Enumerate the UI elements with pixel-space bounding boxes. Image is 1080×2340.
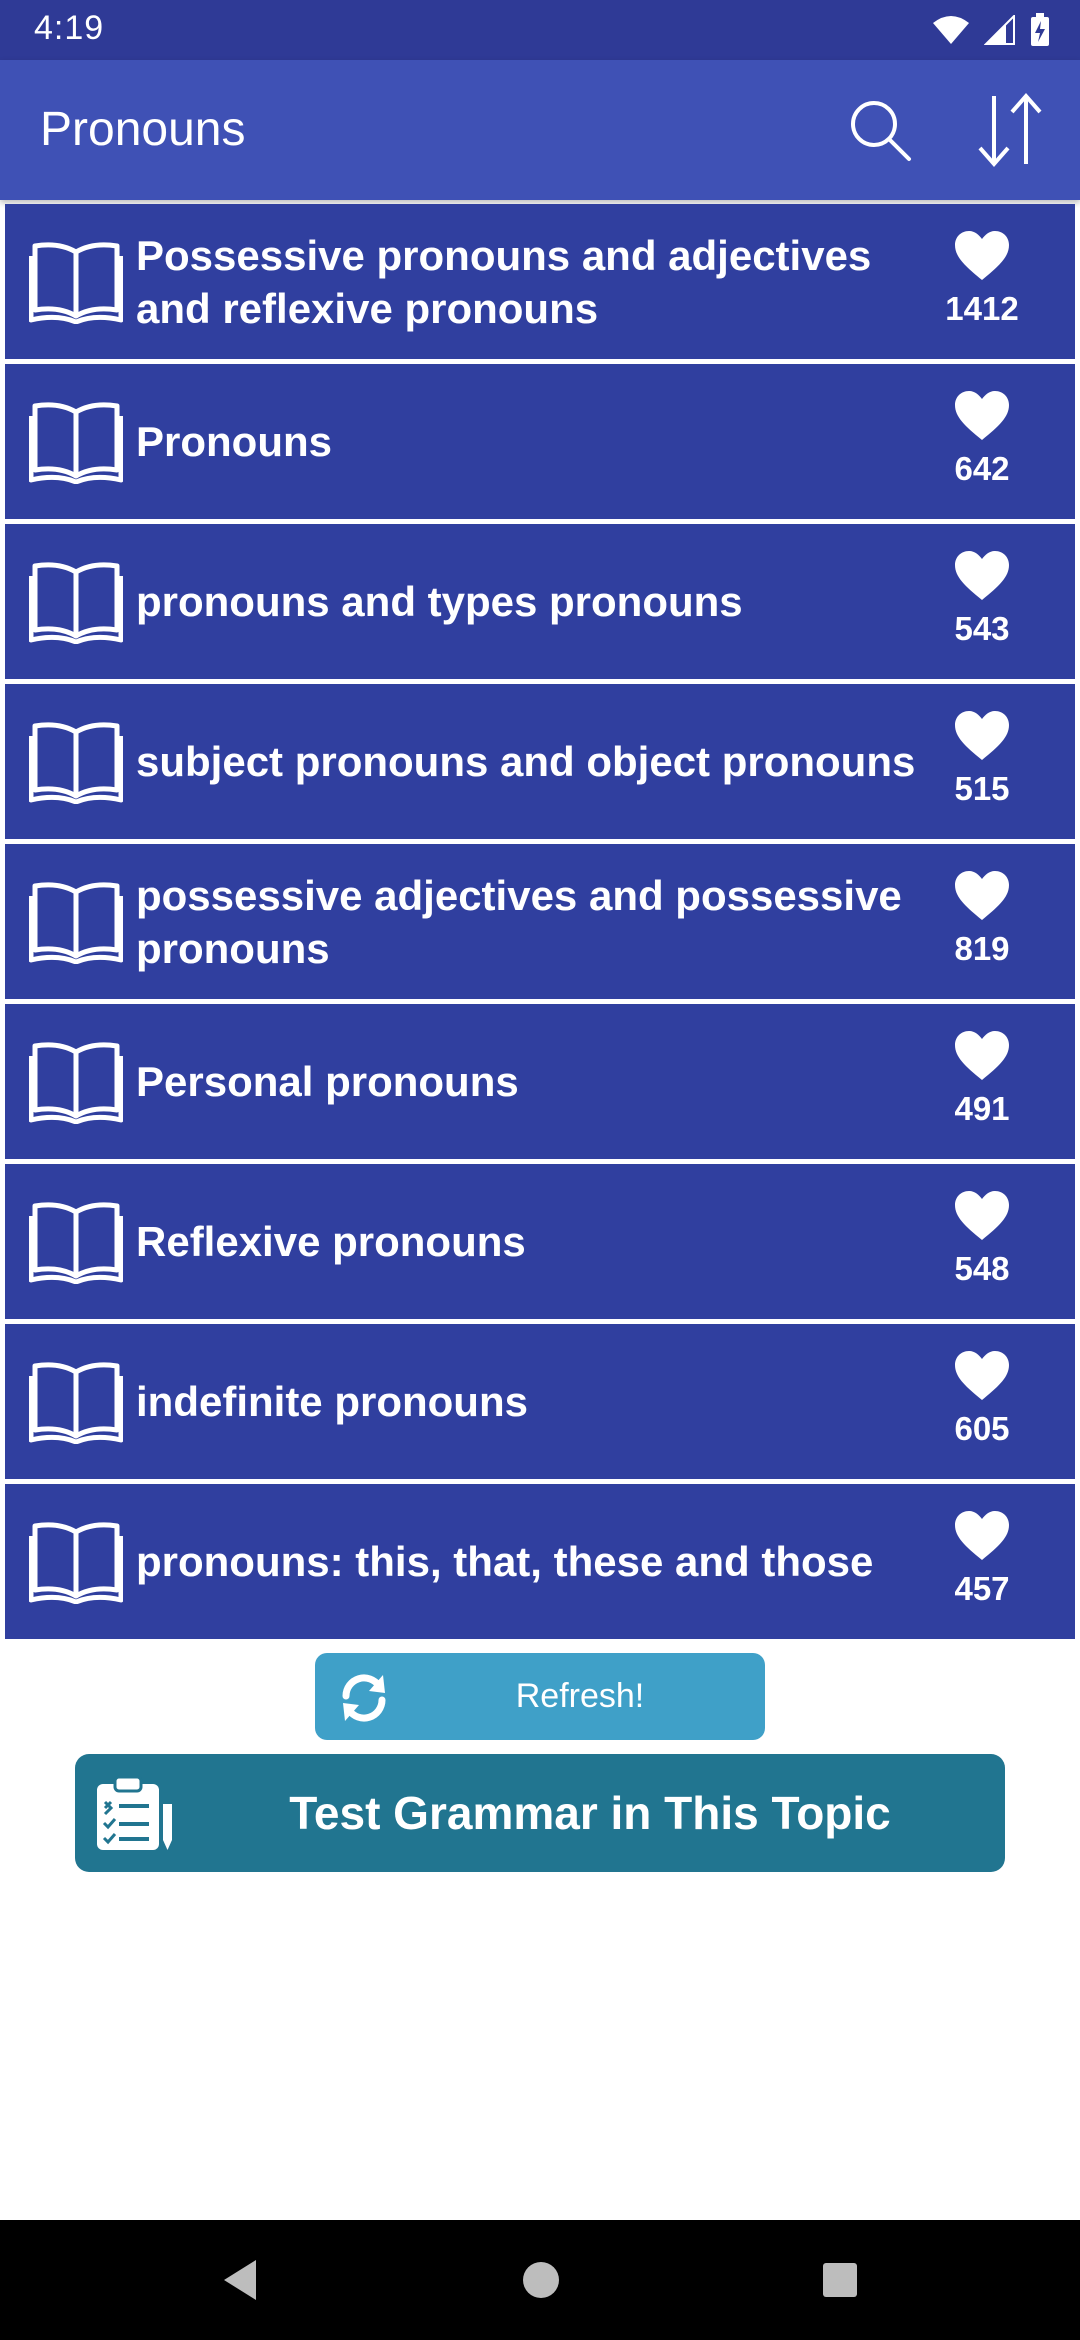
list-item-title: Possessive pronouns and adjectives and r… (136, 231, 872, 332)
book-icon (29, 1522, 123, 1604)
list-item-title: indefinite pronouns (136, 1378, 528, 1425)
list-item-title: pronouns and types pronouns (136, 578, 743, 625)
sort-icon (978, 92, 1042, 168)
book-icon (29, 882, 123, 964)
search-button[interactable] (840, 90, 920, 170)
status-icons (932, 10, 1050, 50)
book-icon (29, 722, 123, 804)
book-icon (29, 1202, 123, 1284)
like-count: 1412 (945, 290, 1019, 327)
page-title: Pronouns (40, 103, 246, 156)
list-item[interactable]: possessive adjectives and possessive pro… (5, 844, 1075, 999)
clipboard-checklist-icon (97, 1775, 172, 1850)
recents-icon (823, 2263, 857, 2297)
test-grammar-button[interactable]: Test Grammar in This Topic (75, 1754, 1005, 1872)
sort-button[interactable] (970, 90, 1050, 170)
heart-icon[interactable] (953, 1510, 1011, 1562)
list-item-title: Reflexive pronouns (136, 1218, 526, 1265)
like-count: 548 (954, 1250, 1010, 1287)
book-icon (29, 1042, 123, 1124)
list-item[interactable]: Personal pronouns 491 (5, 1004, 1075, 1159)
recents-button[interactable] (810, 2250, 870, 2310)
home-button[interactable] (511, 2250, 571, 2310)
list-item[interactable]: indefinite pronouns 605 (5, 1324, 1075, 1479)
like-count: 605 (954, 1410, 1010, 1447)
test-grammar-label: Test Grammar in This Topic (289, 1787, 891, 1839)
refresh-icon (342, 1674, 386, 1722)
like-count: 543 (954, 610, 1010, 647)
heart-icon[interactable] (953, 390, 1011, 442)
like-count: 457 (954, 1570, 1010, 1607)
heart-icon[interactable] (953, 230, 1011, 282)
book-icon (29, 402, 123, 484)
heart-icon[interactable] (953, 1190, 1011, 1242)
list-item[interactable]: pronouns: this, that, these and those 45… (5, 1484, 1075, 1639)
app-bar: Pronouns (0, 60, 1080, 200)
battery-icon (1031, 13, 1049, 46)
list-item[interactable]: Reflexive pronouns 548 (5, 1164, 1075, 1319)
heart-icon[interactable] (953, 550, 1011, 602)
wifi-icon (933, 16, 969, 44)
refresh-label: Refresh! (515, 1677, 645, 1715)
like-count: 819 (954, 930, 1010, 967)
heart-icon[interactable] (953, 1030, 1011, 1082)
back-icon (224, 2260, 256, 2300)
search-icon (851, 101, 911, 161)
heart-icon[interactable] (953, 870, 1011, 922)
status-time: 4:19 (34, 9, 105, 47)
list-item-title: pronouns: this, that, these and those (136, 1538, 874, 1585)
book-icon (29, 1362, 123, 1444)
back-button[interactable] (210, 2250, 270, 2310)
refresh-button[interactable]: Refresh! (315, 1653, 765, 1740)
list-item-title: subject pronouns and object pronouns (136, 738, 916, 785)
list-item-title: possessive adjectives and possessive pro… (136, 871, 902, 972)
heart-icon[interactable] (953, 710, 1011, 762)
status-bar: 4:19 (0, 0, 1080, 60)
list-item-title: Pronouns (136, 418, 332, 465)
book-icon (29, 242, 123, 324)
topic-list: Possessive pronouns and adjectives and r… (5, 204, 1075, 1644)
list-item[interactable]: subject pronouns and object pronouns 515 (5, 684, 1075, 839)
list-item[interactable]: Pronouns 642 (5, 364, 1075, 519)
like-count: 642 (954, 450, 1010, 487)
like-count: 515 (954, 770, 1010, 807)
book-icon (29, 562, 123, 644)
home-icon (523, 2262, 559, 2298)
navigation-bar (0, 2220, 1080, 2340)
heart-icon[interactable] (953, 1350, 1011, 1402)
signal-icon (984, 15, 1015, 45)
like-count: 491 (954, 1090, 1010, 1127)
list-item[interactable]: pronouns and types pronouns 543 (5, 524, 1075, 679)
list-item[interactable]: Possessive pronouns and adjectives and r… (5, 204, 1075, 359)
list-item-title: Personal pronouns (136, 1058, 519, 1105)
